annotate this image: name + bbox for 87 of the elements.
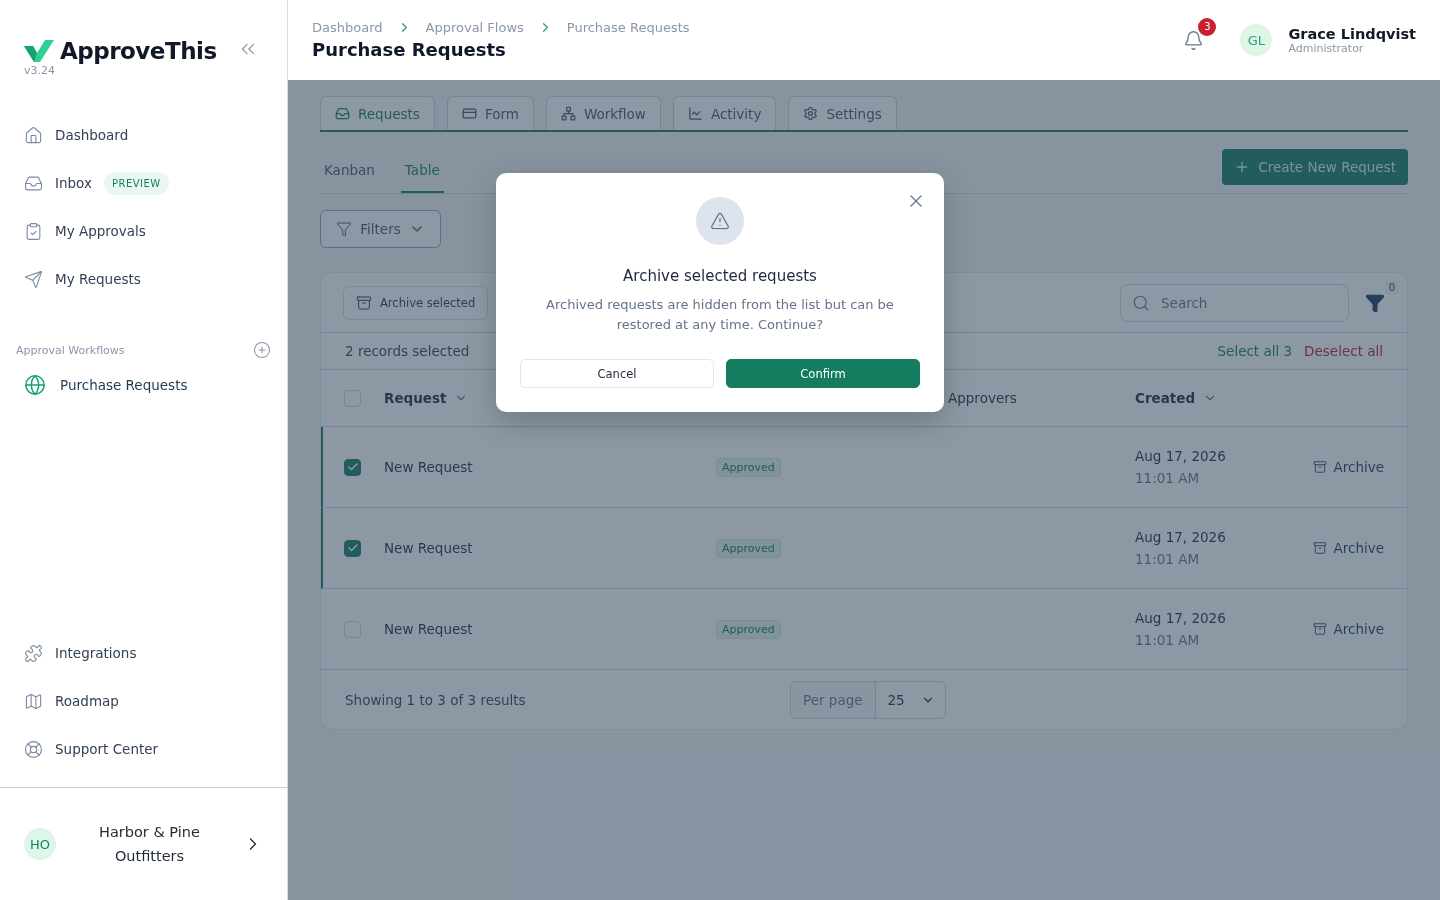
nav-item[interactable]: Inbox PREVIEW xyxy=(24,161,271,205)
hierarchy-icon xyxy=(560,106,576,121)
bell-icon[interactable] xyxy=(1183,29,1205,51)
checkbox[interactable] xyxy=(344,458,361,476)
breadcrumb-link[interactable]: Approval Flows xyxy=(425,20,524,35)
puzzle-icon xyxy=(24,643,43,663)
home-icon xyxy=(24,125,43,145)
nav-item[interactable]: Integrations xyxy=(24,631,271,675)
brand-name: ApproveThis xyxy=(60,38,217,64)
dialog-message: Archived requests are hidden from the list but can be restored at any time. Continue? xyxy=(545,296,895,334)
archive-icon xyxy=(1313,541,1328,555)
warning-icon xyxy=(696,197,744,245)
user-avatar[interactable]: GL xyxy=(1240,24,1273,56)
workflow-item[interactable]: Purchase Requests xyxy=(24,363,271,407)
user-name: Grace Lindqvist xyxy=(1288,25,1416,42)
tab[interactable]: Activity xyxy=(672,96,777,130)
deselect-all-link[interactable]: Deselect all xyxy=(1304,343,1383,359)
tray-icon xyxy=(335,106,350,121)
table-cell-text: New Request xyxy=(384,621,474,637)
archive-icon xyxy=(1313,622,1328,636)
filters-button[interactable]: Filters xyxy=(320,210,441,248)
results-text: Showing 1 to 3 of 3 results xyxy=(345,691,527,708)
clipboard-icon xyxy=(24,221,43,241)
org-avatar: HO xyxy=(24,828,56,860)
globe-icon xyxy=(24,374,46,396)
nav-item[interactable]: My Requests xyxy=(24,257,271,301)
nav-item[interactable]: My Approvals xyxy=(24,209,271,253)
dialog-title: Archive selected requests xyxy=(623,267,817,285)
settings-icon xyxy=(803,106,819,121)
select-all-link[interactable]: Select all 3 xyxy=(1217,343,1293,359)
archive-icon xyxy=(1313,460,1328,474)
table-cell-text: New Request xyxy=(384,540,474,556)
send-icon xyxy=(24,269,43,289)
tab[interactable]: Workflow xyxy=(545,96,661,130)
status-badge: Approved xyxy=(716,619,781,639)
column-header[interactable]: Request xyxy=(384,390,716,406)
add-icon[interactable] xyxy=(253,341,271,359)
search-icon xyxy=(1132,293,1150,312)
lifebuoy-icon xyxy=(24,739,43,759)
filter-count: 0 xyxy=(1384,280,1399,294)
date-text: Aug 17, 2026 xyxy=(1135,529,1227,545)
tab[interactable]: Form xyxy=(446,96,534,130)
time-text: 11:01 AM xyxy=(1135,632,1201,648)
page-title: Purchase Requests xyxy=(312,39,507,60)
archive-button[interactable]: Archive xyxy=(1313,540,1384,556)
check-icon xyxy=(346,542,359,554)
funnel-icon[interactable] xyxy=(1365,292,1385,313)
archive-button[interactable]: Archive xyxy=(1313,621,1384,637)
archive-button[interactable]: Archive xyxy=(1313,459,1384,475)
breadcrumb-link[interactable]: Dashboard xyxy=(312,20,383,35)
time-text: 11:01 AM xyxy=(1135,470,1201,486)
line-chart-icon xyxy=(687,106,703,121)
notification-count: 3 xyxy=(1198,17,1217,36)
map-icon xyxy=(24,691,43,711)
confirm-button[interactable]: Confirm xyxy=(726,359,920,388)
card-icon xyxy=(461,106,477,121)
org-name[interactable]: Harbor & Pine Outfitters xyxy=(68,820,231,868)
date-text: Aug 17, 2026 xyxy=(1135,448,1227,464)
search-field[interactable]: Search xyxy=(1120,283,1349,322)
column-header: Approvers xyxy=(948,390,1018,406)
archive-icon xyxy=(356,294,372,311)
create-request-button[interactable]: Create New Request xyxy=(1222,149,1408,185)
archive-selected-button[interactable]: Archive selected xyxy=(343,285,489,320)
check-icon xyxy=(346,461,359,473)
nav-item[interactable]: Roadmap xyxy=(24,679,271,723)
time-text: 11:01 AM xyxy=(1135,551,1201,567)
status-badge: Approved xyxy=(716,538,781,558)
nav-item[interactable]: Dashboard xyxy=(24,113,271,157)
selection-count: 2 records selected xyxy=(345,343,471,359)
checkbox[interactable] xyxy=(344,539,361,557)
column-header[interactable]: Created xyxy=(1135,390,1384,406)
date-text: Aug 17, 2026 xyxy=(1135,610,1227,626)
section-title: Approval Workflows xyxy=(16,343,125,357)
status-badge: Approved xyxy=(716,457,781,477)
cancel-button[interactable]: Cancel xyxy=(520,359,714,388)
tab[interactable]: Requests xyxy=(320,96,435,130)
user-role: Administrator xyxy=(1288,41,1364,55)
view-tab[interactable]: Kanban xyxy=(320,149,379,193)
logo-icon xyxy=(24,40,54,62)
preview-badge: PREVIEW xyxy=(103,171,169,195)
breadcrumb-link[interactable]: Purchase Requests xyxy=(566,20,690,35)
tab[interactable]: Settings xyxy=(788,96,897,130)
nav-item[interactable]: Support Center xyxy=(24,727,271,771)
table-cell-text: New Request xyxy=(384,459,474,475)
view-tab[interactable]: Table xyxy=(400,149,444,193)
version-label: v3.24 xyxy=(24,64,56,77)
funnel-icon xyxy=(336,221,353,237)
